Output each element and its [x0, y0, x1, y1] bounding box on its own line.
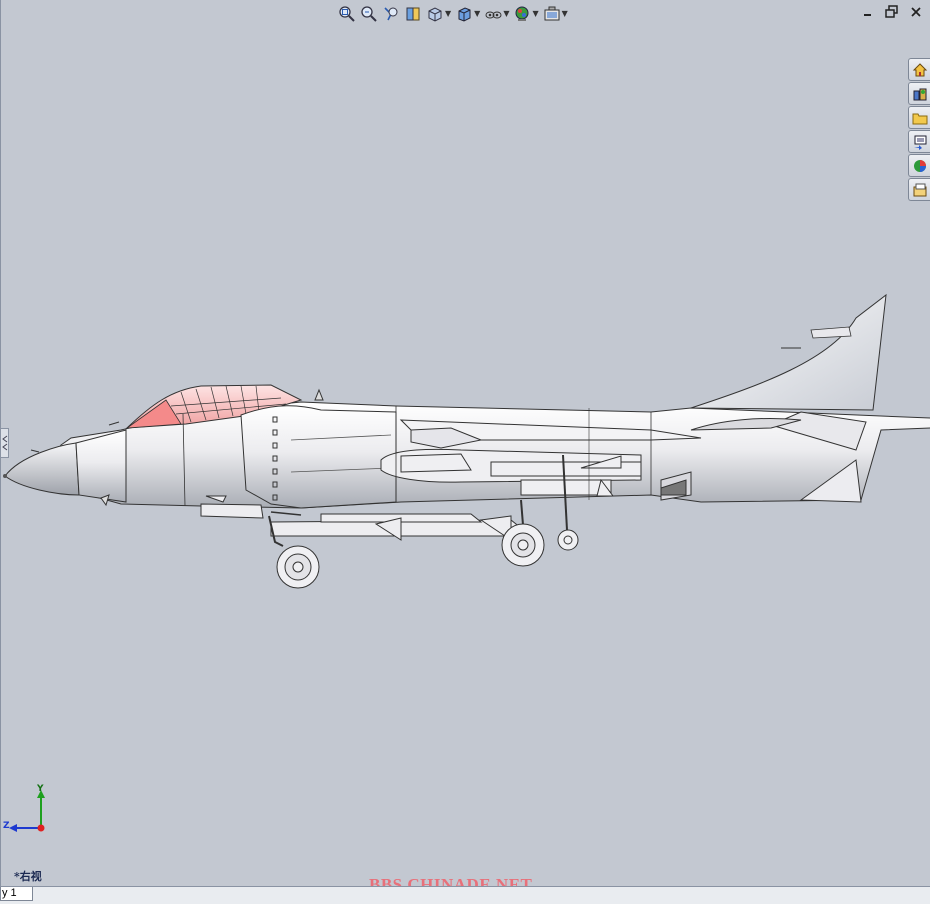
- reference-triad: Y Z: [3, 784, 51, 834]
- triad-z-label: Z: [3, 821, 10, 831]
- view-palette-icon[interactable]: [908, 130, 930, 153]
- previous-view-icon[interactable]: [381, 4, 401, 24]
- nose-cone: [4, 442, 80, 496]
- vertical-stabilizer: [690, 293, 887, 411]
- appearances-scenes-icon[interactable]: [908, 154, 930, 177]
- custom-properties-icon[interactable]: [908, 178, 930, 201]
- view-orientation-label: *右视: [14, 870, 42, 883]
- minimize-icon[interactable]: [860, 4, 876, 20]
- engine-intake: [240, 405, 397, 509]
- bottom-tab-bar: y 1: [0, 886, 930, 904]
- heads-up-view-toolbar: ▼ ▼ ▼ ▼ ▼: [337, 3, 569, 25]
- view-orientation-icon[interactable]: ▼: [425, 4, 452, 24]
- watermark: BBS.CHINADE.NET: [369, 875, 533, 886]
- file-explorer-icon[interactable]: [908, 106, 930, 129]
- aircraft-model[interactable]: [1, 290, 930, 600]
- document-window-controls: [860, 4, 924, 20]
- close-icon[interactable]: [908, 4, 924, 20]
- zoom-to-fit-icon[interactable]: [337, 4, 357, 24]
- triad-y-label: Y: [37, 784, 44, 794]
- hide-show-items-icon[interactable]: ▼: [483, 4, 510, 24]
- design-library-icon[interactable]: [908, 82, 930, 105]
- task-pane-tabs: [908, 58, 930, 201]
- zoom-to-area-icon[interactable]: [359, 4, 379, 24]
- graphics-area[interactable]: ▼ ▼ ▼ ▼ ▼ Y Z *右视 BBS.CHINADE.NET: [0, 0, 930, 886]
- edit-appearance-icon[interactable]: ▼: [512, 4, 539, 24]
- solidworks-resources-icon[interactable]: [908, 58, 930, 81]
- display-style-icon[interactable]: ▼: [454, 4, 481, 24]
- model-tab[interactable]: y 1: [0, 887, 33, 901]
- apply-scene-icon[interactable]: ▼: [542, 4, 569, 24]
- section-view-icon[interactable]: [403, 4, 423, 24]
- restore-icon[interactable]: [884, 4, 900, 20]
